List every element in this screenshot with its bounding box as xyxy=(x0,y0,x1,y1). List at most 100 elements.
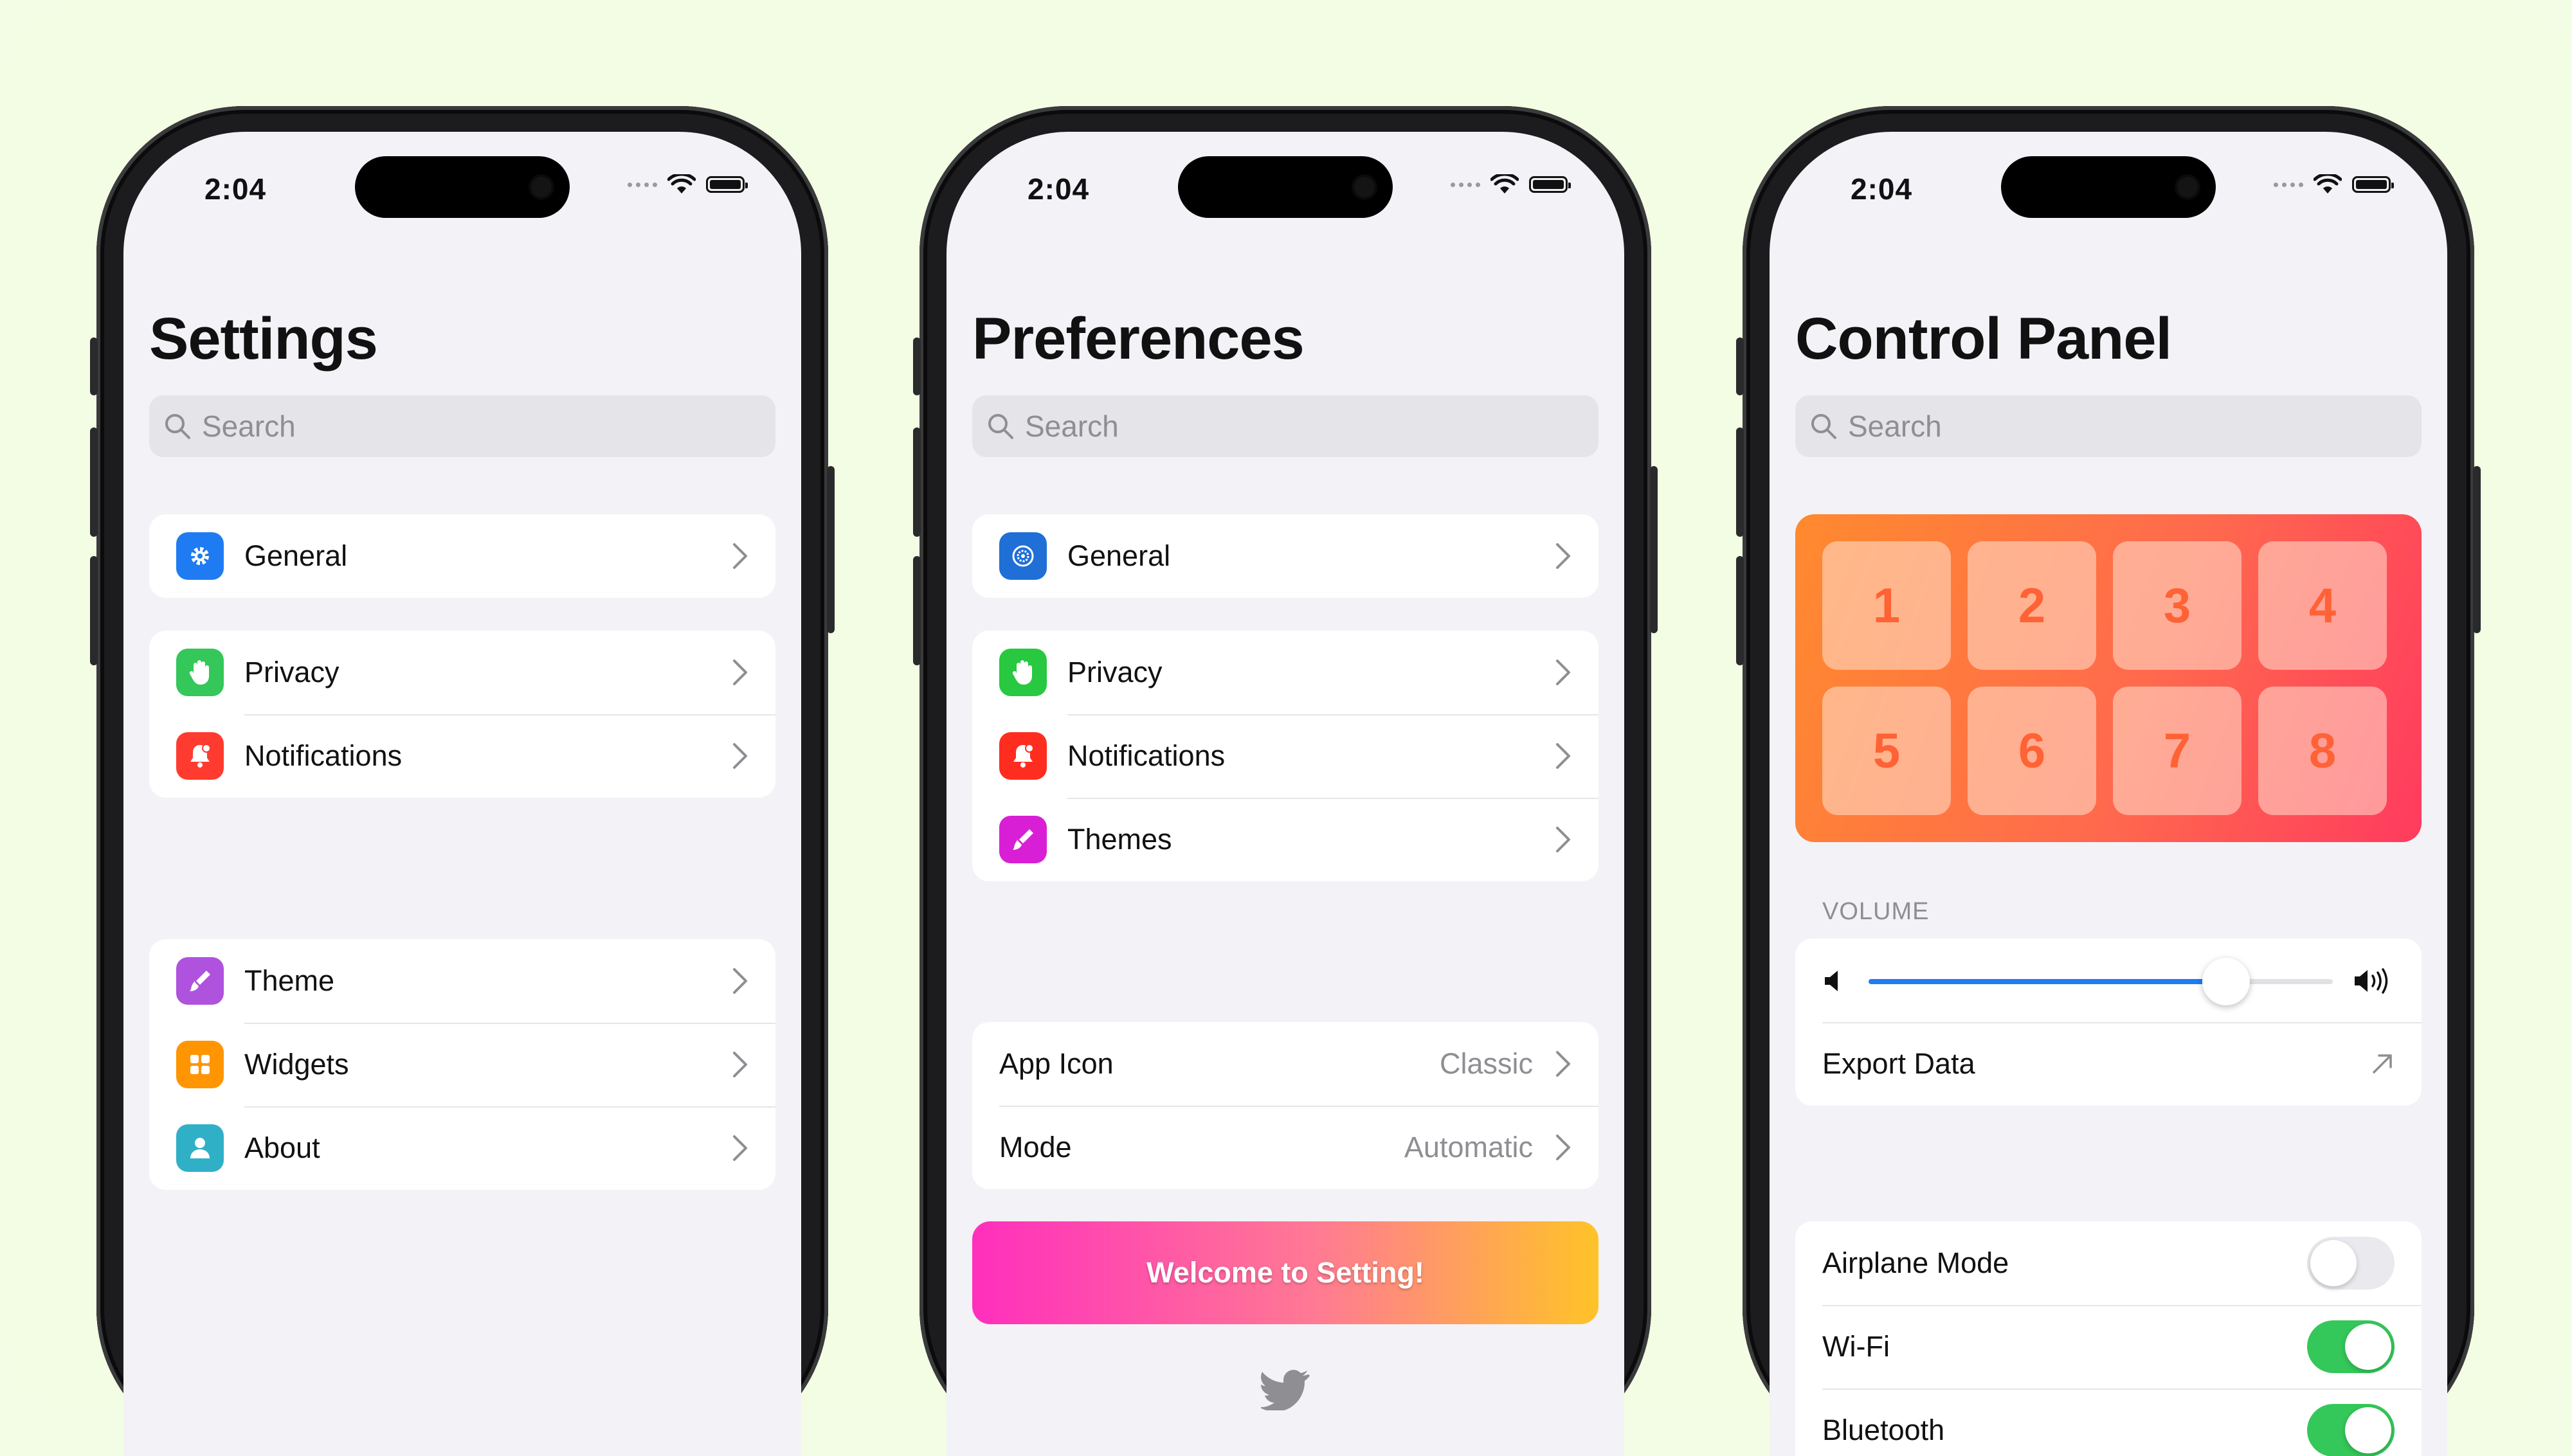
arrow-up-right-icon xyxy=(2373,1054,2392,1074)
row-volume-slider xyxy=(1795,939,2422,1022)
chevron-right-icon xyxy=(1556,1135,1570,1160)
dynamic-island xyxy=(2001,156,2216,218)
pad-key-8[interactable]: 8 xyxy=(2258,687,2387,815)
chevron-right-icon xyxy=(733,543,747,569)
row-privacy[interactable]: Privacy xyxy=(149,631,775,714)
dynamic-island xyxy=(1178,156,1393,218)
row-label: Airplane Mode xyxy=(1822,1246,2009,1279)
search-input[interactable] xyxy=(201,408,653,444)
pad-key-5[interactable]: 5 xyxy=(1822,687,1951,815)
page-title: Preferences xyxy=(972,306,1305,372)
airplane-mode-toggle[interactable] xyxy=(2307,1237,2395,1290)
screen: 2:04 Settings General xyxy=(123,132,801,1456)
group-connectivity: Airplane Mode Wi-Fi Bluetooth xyxy=(1795,1221,2422,1456)
pad-key-3[interactable]: 3 xyxy=(2113,541,2241,670)
bell-icon xyxy=(176,732,224,780)
group-volume: Export Data xyxy=(1795,939,2422,1106)
chevron-right-icon xyxy=(733,660,747,685)
hand-icon xyxy=(176,649,224,696)
chevron-right-icon xyxy=(1556,543,1570,569)
search-bar[interactable] xyxy=(1795,395,2422,457)
number-pad: 1 2 3 4 5 6 7 8 xyxy=(1795,514,2422,842)
volume-slider-knob[interactable] xyxy=(2202,958,2250,1005)
chevron-right-icon xyxy=(1556,660,1570,685)
row-privacy[interactable]: Privacy xyxy=(972,631,1598,714)
row-theme[interactable]: Theme xyxy=(149,939,775,1023)
volume-slider-fill xyxy=(1869,979,2226,984)
row-widgets[interactable]: Widgets xyxy=(149,1023,775,1106)
group-general: General xyxy=(149,514,775,598)
group-privacy: Privacy Notifications xyxy=(149,631,775,798)
battery-icon xyxy=(1529,176,1571,193)
chevron-right-icon xyxy=(733,1135,747,1161)
wifi-icon xyxy=(2314,174,2342,193)
row-general[interactable]: General xyxy=(972,514,1598,598)
status-time: 2:04 xyxy=(1028,172,1090,206)
row-general[interactable]: General xyxy=(149,514,775,598)
chevron-right-icon xyxy=(1556,743,1570,769)
row-label: About xyxy=(244,1131,320,1164)
cellular-dots-icon xyxy=(2274,182,2303,187)
row-label: Theme xyxy=(244,964,335,997)
row-mode[interactable]: Mode Automatic xyxy=(972,1106,1598,1189)
bluetooth-toggle[interactable] xyxy=(2307,1404,2395,1456)
chevron-right-icon xyxy=(733,743,747,769)
pad-key-1[interactable]: 1 xyxy=(1822,541,1951,670)
row-label: General xyxy=(1067,539,1171,572)
wifi-toggle[interactable] xyxy=(2307,1320,2395,1373)
page-title: Settings xyxy=(149,306,378,372)
group-appearance: App Icon Classic Mode Automatic xyxy=(972,1022,1598,1189)
row-airplane-mode: Airplane Mode xyxy=(1795,1221,2422,1305)
volume-slider[interactable] xyxy=(1869,958,2333,1005)
row-wifi: Wi-Fi xyxy=(1795,1305,2422,1389)
status-icons xyxy=(628,174,748,195)
row-export-data[interactable]: Export Data xyxy=(1795,1022,2422,1106)
row-label: Privacy xyxy=(244,656,340,688)
person-icon xyxy=(176,1124,224,1172)
row-bluetooth: Bluetooth xyxy=(1795,1389,2422,1456)
screen: 2:04 Control Panel 1 2 3 4 5 6 7 8 VOLUM… xyxy=(1770,132,2447,1456)
row-label: Export Data xyxy=(1822,1047,1975,1080)
search-input[interactable] xyxy=(1024,408,1476,444)
pad-key-4[interactable]: 4 xyxy=(2258,541,2387,670)
gear-icon xyxy=(176,532,224,580)
row-label: Widgets xyxy=(244,1048,349,1081)
pad-key-7[interactable]: 7 xyxy=(2113,687,2241,815)
row-notifications[interactable]: Notifications xyxy=(149,714,775,798)
search-icon xyxy=(1811,414,1836,439)
paintbrush-icon xyxy=(999,816,1047,863)
hand-icon xyxy=(999,649,1047,696)
row-about[interactable]: About xyxy=(149,1106,775,1190)
chevron-right-icon xyxy=(1556,827,1570,852)
row-value: Classic xyxy=(1439,1047,1533,1080)
wifi-icon xyxy=(667,174,696,193)
row-notifications[interactable]: Notifications xyxy=(972,714,1598,798)
page-title: Control Panel xyxy=(1795,306,2172,372)
row-label: Notifications xyxy=(1067,739,1226,772)
widgets-grid-icon xyxy=(176,1041,224,1088)
search-icon xyxy=(165,414,190,439)
chevron-right-icon xyxy=(1556,1051,1570,1077)
phone-preferences: 2:04 Preferences General xyxy=(913,106,1658,1456)
status-icons xyxy=(1451,174,1571,195)
row-label: Privacy xyxy=(1067,656,1163,688)
welcome-button[interactable]: Welcome to Setting! xyxy=(972,1221,1598,1324)
speaker-low-icon xyxy=(1825,971,1838,991)
battery-icon xyxy=(706,176,748,193)
row-app-icon[interactable]: App Icon Classic xyxy=(972,1022,1598,1106)
group-general: General xyxy=(972,514,1598,598)
search-bar[interactable] xyxy=(972,395,1598,457)
pad-key-6[interactable]: 6 xyxy=(1968,687,2096,815)
screen: 2:04 Preferences General xyxy=(946,132,1624,1456)
cellular-dots-icon xyxy=(1451,182,1480,187)
row-label: General xyxy=(244,539,348,572)
search-input[interactable] xyxy=(1847,408,2299,444)
pad-key-2[interactable]: 2 xyxy=(1968,541,2096,670)
row-themes[interactable]: Themes xyxy=(972,798,1598,881)
twitter-bird-icon[interactable] xyxy=(1261,1369,1310,1410)
status-time: 2:04 xyxy=(204,172,267,206)
search-bar[interactable] xyxy=(149,395,775,457)
dynamic-island xyxy=(355,156,570,218)
chevron-right-icon xyxy=(733,1052,747,1077)
group-privacy: Privacy Notifications Themes xyxy=(972,631,1598,881)
